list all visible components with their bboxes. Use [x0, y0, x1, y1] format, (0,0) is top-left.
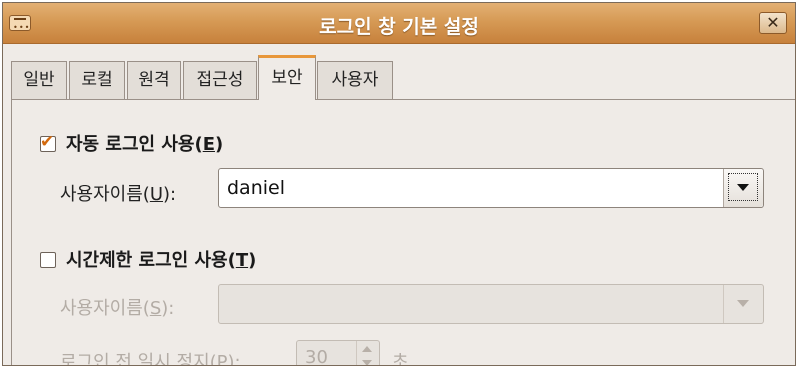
- security-page: ✔ 자동 로그인 사용(E) 사용자이름(U): daniel 시간제한 로그인…: [11, 99, 795, 366]
- auto-login-username-combo[interactable]: daniel: [218, 168, 764, 208]
- tab-general[interactable]: 일반: [11, 61, 67, 99]
- auto-login-username-value[interactable]: daniel: [227, 177, 285, 199]
- close-icon[interactable]: ✕: [759, 12, 787, 34]
- timed-login-username-combo[interactable]: [218, 284, 764, 324]
- spin-down-icon[interactable]: [362, 360, 372, 365]
- tab-accessibility[interactable]: 접근성: [183, 61, 257, 99]
- tab-local[interactable]: 로컬: [69, 61, 125, 99]
- auto-login-username-label: 사용자이름(U):: [60, 184, 177, 205]
- tab-security[interactable]: 보안: [258, 55, 316, 100]
- pause-seconds-spinner[interactable]: 30: [296, 340, 380, 365]
- chevron-down-icon: [737, 300, 749, 307]
- window-title: 로그인 창 기본 설정: [319, 16, 479, 38]
- tab-remote[interactable]: 원격: [127, 61, 181, 99]
- spin-up-icon[interactable]: [362, 346, 372, 352]
- tab-users[interactable]: 사용자: [317, 61, 393, 99]
- auto-login-checkbox[interactable]: ✔: [40, 132, 56, 152]
- pause-unit-label: 초: [392, 352, 409, 366]
- check-mark-icon: ✔: [40, 132, 55, 152]
- mnemonic: T: [235, 250, 249, 271]
- auto-login-username-dropdown-button[interactable]: [723, 169, 763, 207]
- timed-login-username-label: 사용자이름(S):: [60, 298, 175, 319]
- pause-before-login-label: 로그인 전 일시 정지(P):: [60, 352, 241, 366]
- preferences-window: ••• 로그인 창 기본 설정 ✕ 일반 로컬 원격 접근성 보안 사용자 ✔ …: [2, 2, 796, 366]
- title-bar[interactable]: ••• 로그인 창 기본 설정 ✕: [3, 3, 795, 44]
- pause-seconds-value[interactable]: 30: [305, 347, 328, 365]
- timed-login-label[interactable]: 시간제한 로그인 사용(T): [66, 246, 256, 272]
- chevron-down-icon: [737, 184, 749, 191]
- mnemonic: E: [202, 134, 215, 155]
- timed-login-checkbox[interactable]: [40, 252, 56, 268]
- timed-login-username-dropdown-button[interactable]: [723, 285, 763, 323]
- auto-login-label[interactable]: 자동 로그인 사용(E): [66, 130, 223, 156]
